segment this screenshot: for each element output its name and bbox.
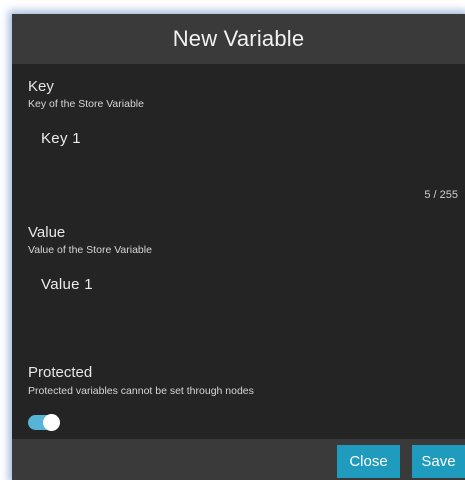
close-button[interactable]: Close: [337, 445, 400, 478]
new-variable-dialog: New Variable Key Key of the Store Variab…: [12, 14, 465, 480]
value-hint: Value of the Store Variable: [28, 244, 152, 256]
value-input[interactable]: [12, 264, 465, 304]
toggle-knob: [43, 414, 60, 431]
protected-toggle[interactable]: [28, 414, 60, 431]
key-hint: Key of the Store Variable: [28, 98, 144, 110]
dialog-title: New Variable: [172, 26, 305, 51]
dialog-footer: Close Save: [12, 439, 465, 480]
save-button[interactable]: Save: [412, 445, 465, 478]
key-label: Key: [28, 78, 54, 95]
value-label: Value: [28, 224, 66, 241]
protected-hint: Protected variables cannot be set throug…: [28, 385, 254, 397]
dialog-header: New Variable: [12, 14, 465, 64]
key-character-counter: 5 / 255: [424, 189, 458, 201]
protected-label: Protected: [28, 364, 93, 381]
key-input[interactable]: [12, 118, 465, 158]
